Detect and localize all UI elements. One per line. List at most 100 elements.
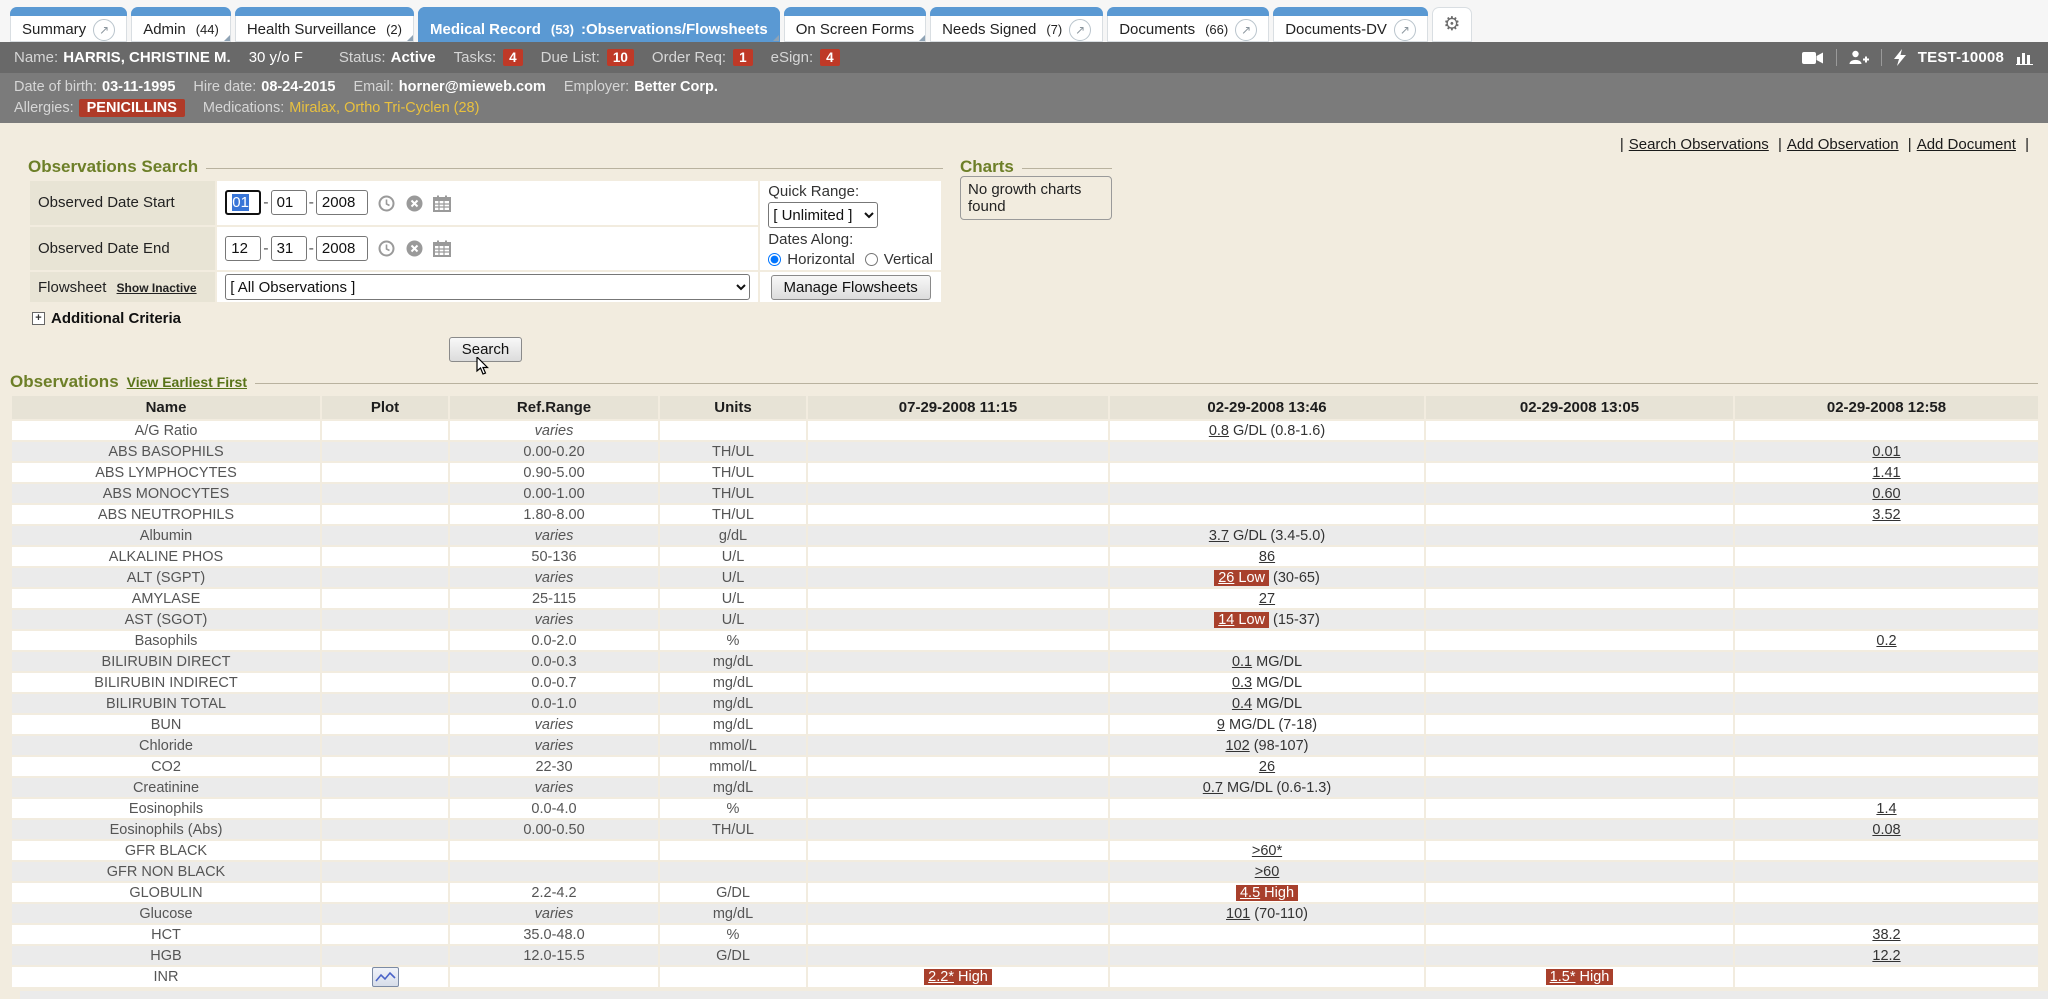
tab-documents[interactable]: Documents(66)↗ [1107, 7, 1269, 42]
observation-name: ALKALINE PHOS [12, 547, 320, 566]
additional-criteria-toggle[interactable]: + Additional Criteria [28, 304, 943, 331]
add-person-icon[interactable] [1849, 50, 1869, 65]
observation-value-link[interactable]: 0.2 [1876, 633, 1896, 649]
ref-range: 1.80-8.00 [450, 505, 658, 524]
tab-health-surveillance[interactable]: Health Surveillance(2) [235, 7, 414, 42]
observation-value-link[interactable]: 2.2* [928, 969, 954, 985]
observation-cell [1426, 526, 1733, 545]
date-end-year-input[interactable]: 2008 [316, 236, 368, 261]
clear-date-icon[interactable] [406, 240, 423, 257]
observation-value-link[interactable]: 26 [1218, 570, 1234, 586]
observation-value-link[interactable]: >60* [1252, 843, 1282, 859]
plot-cell [322, 883, 448, 902]
dates-along-horizontal-radio[interactable] [768, 253, 781, 266]
ref-range: varies [450, 736, 658, 755]
observation-value-link[interactable]: 0.7 [1203, 780, 1223, 796]
video-call-icon[interactable] [1802, 51, 1824, 65]
open-in-new-icon[interactable]: ↗ [93, 19, 115, 41]
gear-icon: ⚙ [1443, 13, 1460, 36]
ref-range [450, 862, 658, 881]
tab-needs-signed[interactable]: Needs Signed(7)↗ [930, 7, 1103, 42]
clear-date-icon[interactable] [406, 195, 423, 212]
observation-value-link[interactable]: 9 [1217, 717, 1225, 733]
esign-label: eSign: [771, 49, 814, 66]
date-end-day-input[interactable]: 31 [271, 236, 307, 261]
tab-medical-record[interactable]: Medical Record(53):Observations/Flowshee… [418, 7, 780, 42]
observation-name: INR [12, 967, 320, 987]
search-observations-link[interactable]: Search Observations [1629, 136, 1769, 153]
flowsheet-label-cell: Flowsheet Show Inactive [30, 272, 215, 302]
calendar-icon[interactable] [433, 240, 451, 257]
medication-link[interactable]: Ortho Tri-Cyclen (28) [344, 100, 479, 116]
allergy-badge[interactable]: PENICILLINS [79, 99, 185, 117]
observation-value-link[interactable]: 12.2 [1872, 948, 1900, 964]
observation-value-link[interactable]: 0.4 [1232, 696, 1252, 712]
observation-cell: 1.5* High [1426, 967, 1733, 987]
tasks-count-badge[interactable]: 4 [503, 49, 523, 66]
order-req-count-badge[interactable]: 1 [733, 49, 753, 66]
clock-icon[interactable] [378, 195, 395, 212]
plot-cell [322, 673, 448, 692]
observation-name: GFR BLACK [12, 841, 320, 860]
manage-flowsheets-button[interactable]: Manage Flowsheets [771, 275, 931, 300]
flowsheet-select[interactable]: [ All Observations ] [225, 274, 750, 300]
observation-value-link[interactable]: >60 [1255, 864, 1280, 880]
observation-value-link[interactable]: 38.2 [1872, 927, 1900, 943]
tab-label: Admin [143, 21, 186, 38]
open-in-new-icon[interactable]: ↗ [1394, 19, 1416, 41]
observation-value-link[interactable]: 86 [1259, 549, 1275, 565]
observation-value-link[interactable]: 1.5* [1550, 969, 1576, 985]
patient-email: horner@mieweb.com [399, 79, 546, 95]
date-start-year-input[interactable]: 2008 [316, 190, 368, 215]
tab-label: Documents-DV [1285, 21, 1387, 38]
observation-value-link[interactable]: 14 [1218, 612, 1234, 628]
observation-cell [808, 841, 1108, 860]
add-document-link[interactable]: Add Document [1917, 136, 2016, 153]
bar-chart-icon[interactable] [2016, 50, 2034, 65]
observation-value-link[interactable]: 101 [1226, 906, 1250, 922]
observations-search-panel: Observations Search Observed Date Start … [28, 157, 943, 364]
esign-count-badge[interactable]: 4 [820, 49, 840, 66]
observation-value-link[interactable]: 1.41 [1872, 465, 1900, 481]
observation-value-link[interactable]: 26 [1259, 759, 1275, 775]
tab-admin[interactable]: Admin(44) [131, 7, 231, 42]
plot-cell [322, 652, 448, 671]
show-inactive-link[interactable]: Show Inactive [117, 281, 197, 295]
observation-value-link[interactable]: 0.1 [1232, 654, 1252, 670]
open-in-new-icon[interactable]: ↗ [1235, 19, 1257, 41]
tab-documents-dv[interactable]: Documents-DV ↗ [1273, 7, 1428, 42]
observation-value-link[interactable]: 0.3 [1232, 675, 1252, 691]
due-list-count-badge[interactable]: 10 [607, 49, 634, 66]
add-observation-link[interactable]: Add Observation [1787, 136, 1899, 153]
view-earliest-first-link[interactable]: View Earliest First [127, 374, 247, 390]
quick-range-select[interactable]: [ Unlimited ] [768, 202, 878, 228]
calendar-icon[interactable] [433, 195, 451, 212]
observation-value-link[interactable]: 3.52 [1872, 507, 1900, 523]
ref-range [450, 841, 658, 860]
clock-icon[interactable] [378, 240, 395, 257]
observation-value-link[interactable]: 27 [1259, 591, 1275, 607]
observation-value-link[interactable]: 0.01 [1872, 444, 1900, 460]
medication-link[interactable]: Miralax [289, 100, 336, 116]
observation-value-link[interactable]: 0.08 [1872, 822, 1900, 838]
observation-cell: 101 (70-110) [1110, 904, 1424, 923]
observation-value-link[interactable]: 3.7 [1209, 528, 1229, 544]
tab-summary[interactable]: Summary↗ [10, 7, 127, 42]
observation-value-link[interactable]: 4.5 [1240, 885, 1260, 901]
date-start-day-input[interactable]: 01 [271, 190, 307, 215]
observation-value-link[interactable]: 0.8 [1209, 423, 1229, 439]
units: U/L [660, 589, 806, 608]
observation-cell [1426, 883, 1733, 902]
observation-value-link[interactable]: 0.60 [1872, 486, 1900, 502]
dates-along-vertical-radio[interactable] [865, 253, 878, 266]
date-end-month-input[interactable]: 12 [225, 236, 261, 261]
observation-value-link[interactable]: 1.4 [1876, 801, 1896, 817]
open-in-new-icon[interactable]: ↗ [1069, 19, 1091, 41]
settings-tab-button[interactable]: ⚙ [1432, 7, 1472, 42]
sparkline-plot-icon[interactable] [372, 967, 399, 987]
date-start-month-input[interactable]: 01 [225, 190, 261, 215]
abnormal-flag: 26 Low [1214, 570, 1269, 586]
tab-on-screen-forms[interactable]: On Screen Forms [784, 7, 926, 42]
lightning-icon[interactable] [1894, 49, 1906, 66]
observation-value-link[interactable]: 102 [1225, 738, 1249, 754]
